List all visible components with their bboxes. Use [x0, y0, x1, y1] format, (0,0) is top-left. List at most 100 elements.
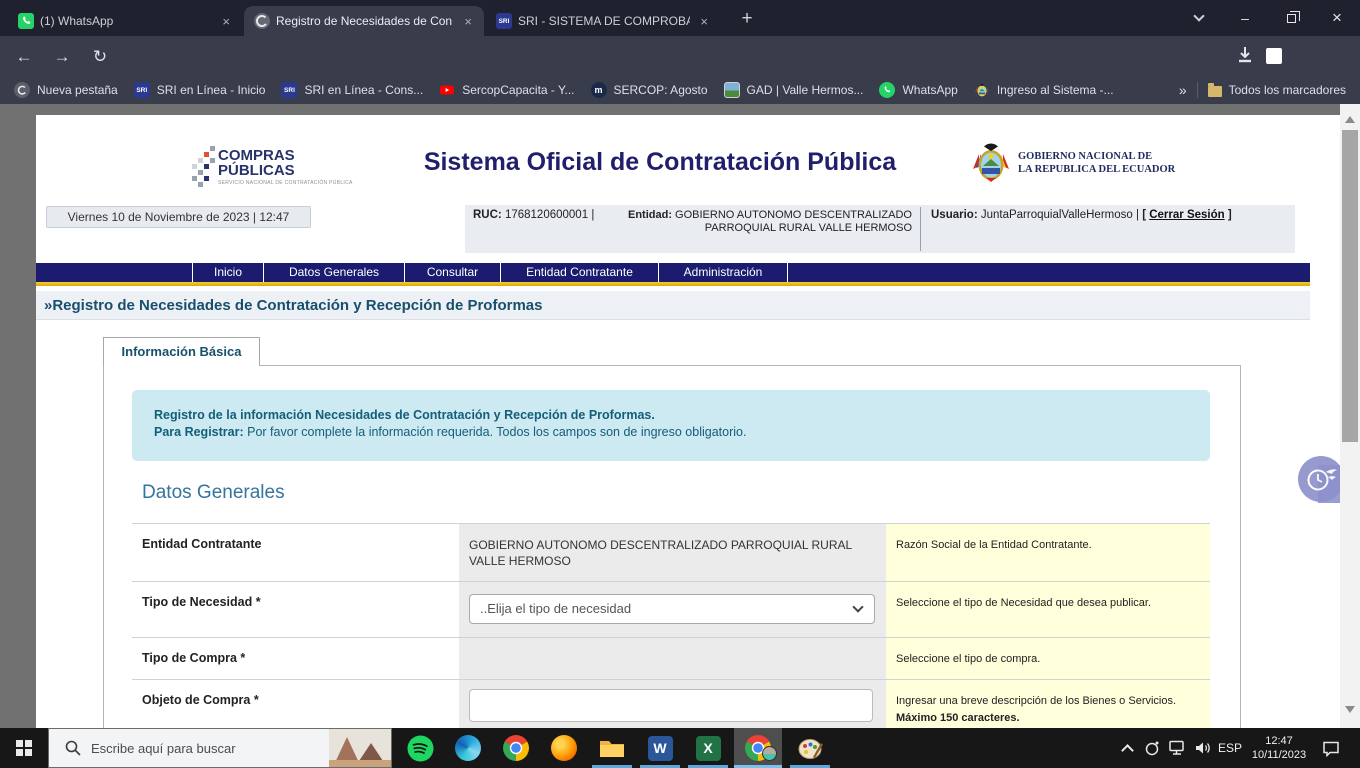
field-hint: Ingresar una breve descripción de los Bi… — [886, 680, 1210, 728]
edge-icon — [455, 735, 481, 761]
menu-item-inicio[interactable]: Inicio — [192, 263, 263, 282]
forward-button[interactable]: → — [48, 43, 76, 71]
section-title: Datos Generales — [142, 482, 285, 504]
bookmark-nueva-pestana[interactable]: Nueva pestaña — [14, 82, 118, 98]
side-panel-button[interactable] — [1266, 48, 1282, 64]
page-margin-left — [0, 115, 36, 728]
taskbar-word[interactable]: W — [636, 728, 684, 768]
form-panel: Registro de la información Necesidades d… — [103, 365, 1241, 728]
tab-registro-active[interactable]: Registro de Necesidades de Con × — [244, 6, 484, 36]
user-label: Usuario: — [931, 209, 978, 221]
logo-text: COMPRAS PÚBLICAS — [218, 148, 295, 178]
download-icon — [1234, 44, 1256, 66]
user-info: Usuario: JuntaParroquialValleHermoso | [… — [921, 205, 1295, 253]
minimize-button[interactable]: – — [1222, 0, 1268, 36]
ruc-label: RUC: — [473, 209, 502, 221]
taskbar-chrome[interactable] — [492, 728, 540, 768]
taskbar-file-explorer[interactable] — [588, 728, 636, 768]
session-info: RUC: 1768120600001 | Entidad: GOBIERNO A… — [465, 205, 1295, 253]
browser-tabstrip: (1) WhatsApp × Registro de Necesidades d… — [0, 0, 1360, 36]
tab-whatsapp[interactable]: (1) WhatsApp × — [8, 6, 242, 36]
youtube-icon — [439, 82, 455, 98]
menu-item-entidad-contratante[interactable]: Entidad Contratante — [500, 263, 658, 282]
back-button[interactable]: ← — [10, 43, 38, 71]
bookmark-label: GAD | Valle Hermos... — [747, 83, 864, 97]
bookmark-sercopcapacita[interactable]: SercopCapacita - Y... — [439, 82, 574, 98]
field-label: Tipo de Compra * — [132, 638, 459, 679]
downloads-button[interactable] — [1234, 44, 1256, 71]
bookmark-sri-inicio[interactable]: SRI SRI en Línea - Inicio — [134, 82, 266, 98]
objeto-compra-input[interactable] — [469, 689, 873, 722]
tray-clock[interactable]: 12:47 10/11/2023 — [1246, 728, 1312, 768]
bookmark-label: WhatsApp — [902, 83, 957, 97]
tray-volume-icon[interactable] — [1190, 728, 1216, 768]
logout-link[interactable]: Cerrar Sesión — [1149, 209, 1224, 221]
taskbar-paint[interactable] — [786, 728, 834, 768]
bookmark-whatsapp[interactable]: WhatsApp — [879, 82, 957, 98]
profile-badge — [762, 746, 777, 761]
government-logo-text: GOBIERNO NACIONAL DE LA REPUBLICA DEL EC… — [1018, 150, 1175, 176]
taskbar-firefox[interactable] — [540, 728, 588, 768]
file-explorer-icon — [599, 737, 625, 759]
taskbar-search[interactable] — [48, 728, 392, 768]
separator: | — [1136, 209, 1139, 221]
folder-icon — [1208, 86, 1222, 97]
tipo-necesidad-select[interactable]: ..Elija el tipo de necesidad — [469, 594, 875, 624]
new-tab-button[interactable]: + — [734, 7, 760, 33]
taskbar-chrome-active[interactable] — [734, 728, 782, 768]
tab-search-button[interactable] — [1176, 0, 1222, 36]
search-icon — [65, 740, 81, 756]
scroll-down-arrow[interactable] — [1345, 706, 1355, 713]
bookmark-gad-valle-hermoso[interactable]: GAD | Valle Hermos... — [724, 82, 864, 98]
chevron-down-icon — [852, 601, 863, 612]
breadcrumb-band: »Registro de Necesidades de Contratación… — [36, 291, 1310, 320]
field-label: Entidad Contratante — [132, 524, 459, 581]
bookmark-sercop-agosto[interactable]: m SERCOP: Agosto — [591, 82, 708, 98]
menu-item-datos-generales[interactable]: Datos Generales — [263, 263, 404, 282]
tab-close-icon[interactable]: × — [696, 14, 712, 29]
government-logo: GOBIERNO NACIONAL DE LA REPUBLICA DEL EC… — [972, 142, 1175, 184]
bookmark-sri-consultas[interactable]: SRI SRI en Línea - Cons... — [281, 82, 423, 98]
tray-language[interactable]: ESP — [1214, 728, 1246, 768]
field-hint: Seleccione el tipo de compra. — [886, 638, 1210, 679]
hint-line1: Ingresar una breve descripción de los Bi… — [896, 693, 1196, 710]
tray-show-hidden-icons[interactable] — [1112, 728, 1142, 768]
time-widget-button[interactable] — [1298, 456, 1340, 502]
tray-network-icon[interactable] — [1164, 728, 1190, 768]
breadcrumb: »Registro de Necesidades de Contratación… — [44, 291, 1310, 320]
notice-line1: Registro de la información Necesidades d… — [154, 407, 1210, 424]
logo-tagline: SERVICIO NACIONAL DE CONTRATACIÓN PÚBLIC… — [218, 180, 353, 186]
tab-informacion-basica[interactable]: Información Básica — [103, 337, 260, 366]
taskbar-spotify[interactable] — [396, 728, 444, 768]
restore-button[interactable] — [1268, 0, 1314, 36]
tab-close-icon[interactable]: × — [218, 14, 234, 29]
reload-button[interactable]: ↻ — [86, 43, 114, 71]
notice-box: Registro de la información Necesidades d… — [132, 390, 1210, 461]
scrollbar-thumb[interactable] — [1342, 130, 1358, 442]
tray-app-icon[interactable] — [1140, 728, 1164, 768]
close-button[interactable]: × — [1314, 0, 1360, 36]
bookmark-ingreso-al-sistema[interactable]: Ingreso al Sistema -... — [974, 82, 1114, 98]
search-input[interactable] — [91, 741, 329, 756]
bookmarks-overflow-button[interactable]: » — [1179, 82, 1187, 98]
page-scrollbar[interactable] — [1340, 104, 1360, 728]
start-button[interactable] — [0, 728, 48, 768]
taskbar-edge[interactable] — [444, 728, 492, 768]
tab-sri[interactable]: SRI SRI - SISTEMA DE COMPROBANT × — [486, 6, 720, 36]
search-highlight-image[interactable] — [329, 729, 391, 767]
scroll-up-arrow[interactable] — [1345, 116, 1355, 123]
word-icon: W — [648, 736, 673, 761]
all-bookmarks-button[interactable]: Todos los marcadores — [1208, 83, 1346, 97]
action-center-button[interactable] — [1316, 728, 1346, 768]
tab-close-icon[interactable]: × — [460, 14, 476, 29]
notice-line2-label: Para Registrar: — [154, 425, 244, 439]
field-hint: Razón Social de la Entidad Contratante. — [886, 524, 1210, 581]
sercop-icon: m — [591, 82, 607, 98]
entity-info: Entidad: GOBIERNO AUTONOMO DESCENTRALIZA… — [594, 209, 912, 253]
winged-clock-icon — [1304, 464, 1338, 494]
menu-item-consultar[interactable]: Consultar — [404, 263, 500, 282]
chevron-down-icon — [1193, 10, 1204, 21]
menu-item-administracion[interactable]: Administración — [658, 263, 788, 282]
taskbar-excel[interactable]: X — [684, 728, 732, 768]
bookmark-label: SRI en Línea - Cons... — [304, 83, 423, 97]
